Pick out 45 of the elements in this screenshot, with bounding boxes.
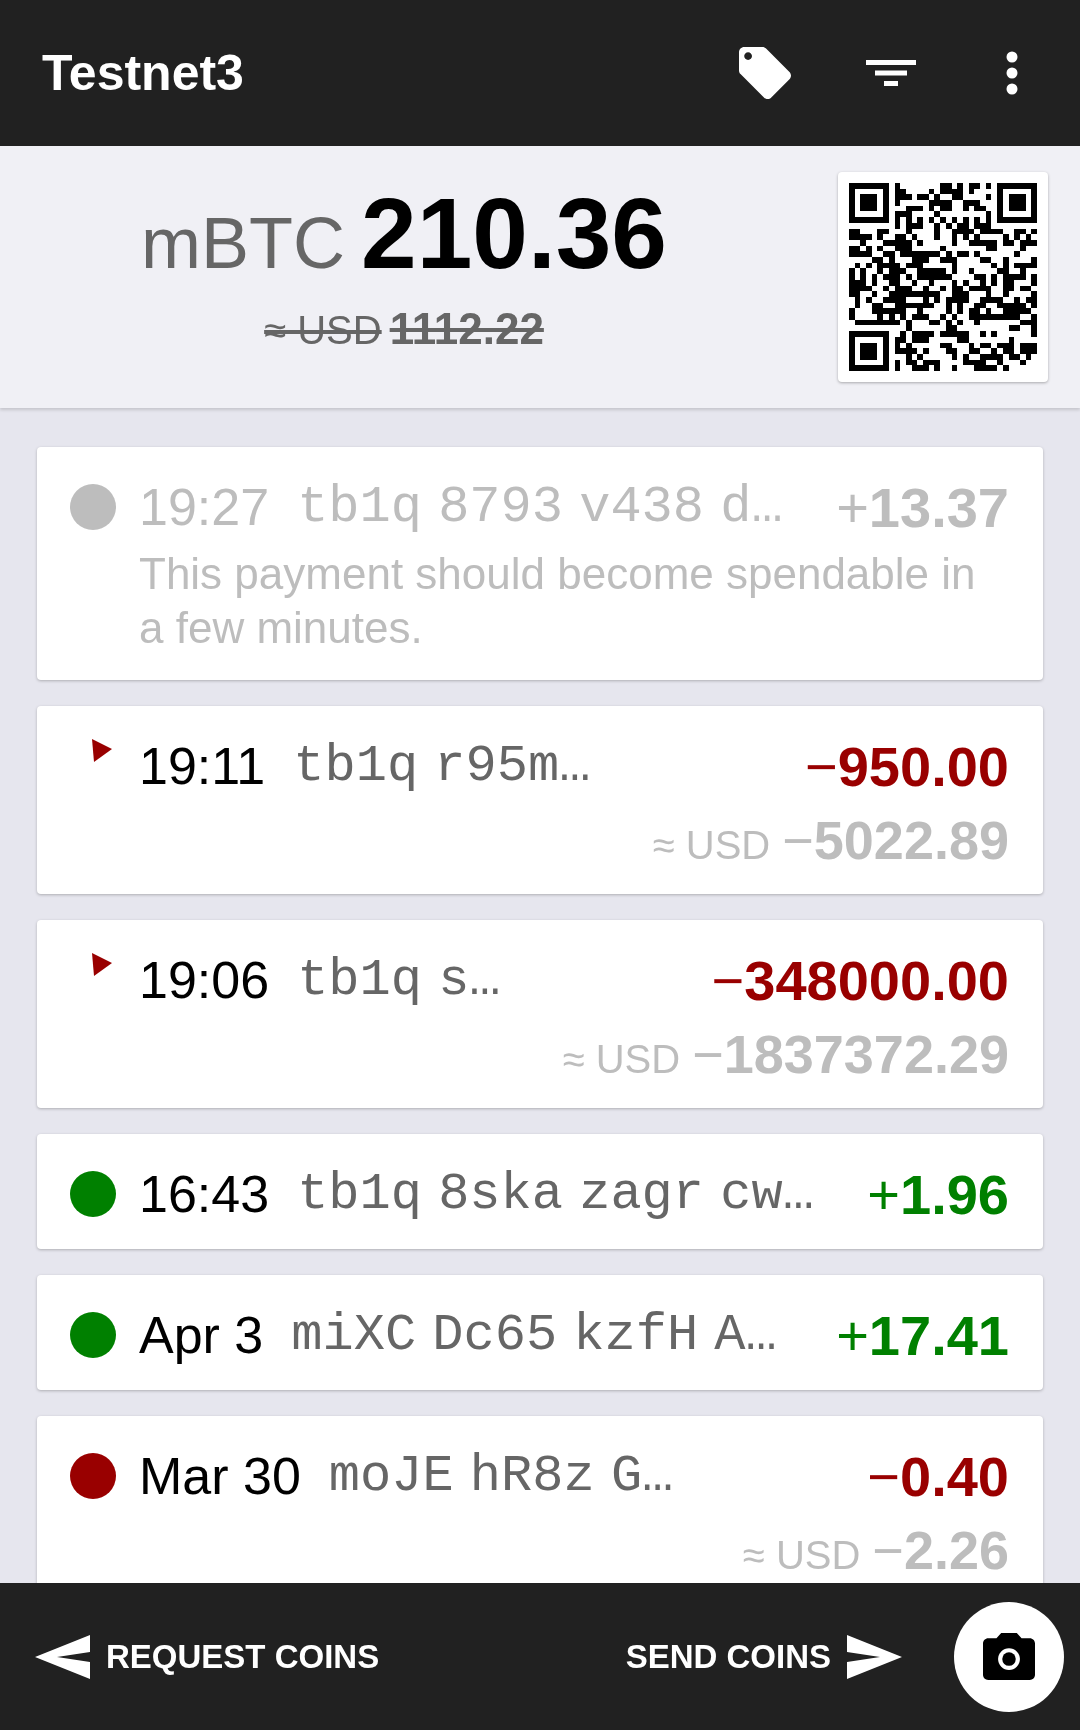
transaction-amount: +13.37	[836, 474, 1009, 540]
send-coins-button[interactable]: SEND COINS	[625, 1634, 902, 1679]
camera-icon	[983, 1633, 1035, 1680]
fiat-currency-label: ≈ USD	[264, 308, 382, 353]
arrow-right-icon	[847, 1634, 902, 1679]
fiat-amount: −1837372.29	[692, 1023, 1009, 1085]
transaction-amount: +1.96	[867, 1161, 1009, 1227]
fiat-currency-label: ≈ USD	[742, 1533, 861, 1578]
more-options-icon[interactable]	[1006, 51, 1018, 95]
qr-code-icon	[849, 183, 1037, 371]
transaction-time: 19:06	[139, 950, 270, 1010]
transaction-amount: −348000.00	[711, 947, 1009, 1013]
fiat-balance-amount: 1112.22	[389, 304, 544, 354]
transaction-card[interactable]: 19:11 tb1q r95m… −950.00 ≈ USD −5022.89	[37, 706, 1043, 894]
transaction-message: This payment should become spendable in a few minutes.	[139, 548, 977, 654]
balance-amount: 210.36	[361, 178, 667, 288]
fiat-currency-label: ≈ USD	[562, 1037, 681, 1082]
transaction-card[interactable]: 16:43 tb1q 8ska zagr cw… +1.96	[37, 1134, 1043, 1249]
fiat-amount: −2.26	[872, 1519, 1009, 1581]
request-coins-button[interactable]: REQUEST COINS	[35, 1634, 380, 1679]
transaction-address: tb1q s…	[297, 950, 502, 1010]
transaction-address: tb1q r95m…	[293, 736, 592, 796]
filter-icon[interactable]	[866, 60, 916, 86]
transaction-time: Apr 3	[139, 1305, 264, 1365]
transaction-amount: −0.40	[867, 1443, 1009, 1509]
fiat-amount: −5022.89	[782, 809, 1009, 871]
transaction-card[interactable]: Mar 30 moJE hR8z G… −0.40 ≈ USD −2.26	[37, 1416, 1043, 1583]
transaction-card[interactable]: Apr 3 miXC Dc65 kzfH A… +17.41	[37, 1275, 1043, 1390]
app-title: Testnet3	[42, 44, 244, 102]
transaction-time: Mar 30	[139, 1446, 301, 1506]
qr-code-button[interactable]	[838, 172, 1048, 382]
transaction-address: moJE hR8z G…	[328, 1446, 675, 1506]
transaction-amount: −950.00	[805, 733, 1009, 799]
transaction-time: 19:27	[139, 477, 270, 537]
transaction-card[interactable]: 19:06 tb1q s… −348000.00 ≈ USD −1837372.29	[37, 920, 1043, 1108]
balance-currency: mBTC	[141, 204, 346, 284]
tag-icon[interactable]	[739, 47, 791, 99]
transaction-address: tb1q 8793 v438 d…	[297, 477, 784, 537]
transaction-time: 16:43	[139, 1164, 270, 1224]
transaction-time: 19:11	[139, 736, 266, 796]
arrow-left-icon	[35, 1634, 90, 1679]
transaction-address: miXC Dc65 kzfH A…	[291, 1305, 778, 1365]
transaction-address: tb1q 8ska zagr cw…	[297, 1164, 815, 1224]
fiat-currency-label: ≈ USD	[652, 823, 771, 868]
transaction-amount: +17.41	[836, 1302, 1009, 1368]
